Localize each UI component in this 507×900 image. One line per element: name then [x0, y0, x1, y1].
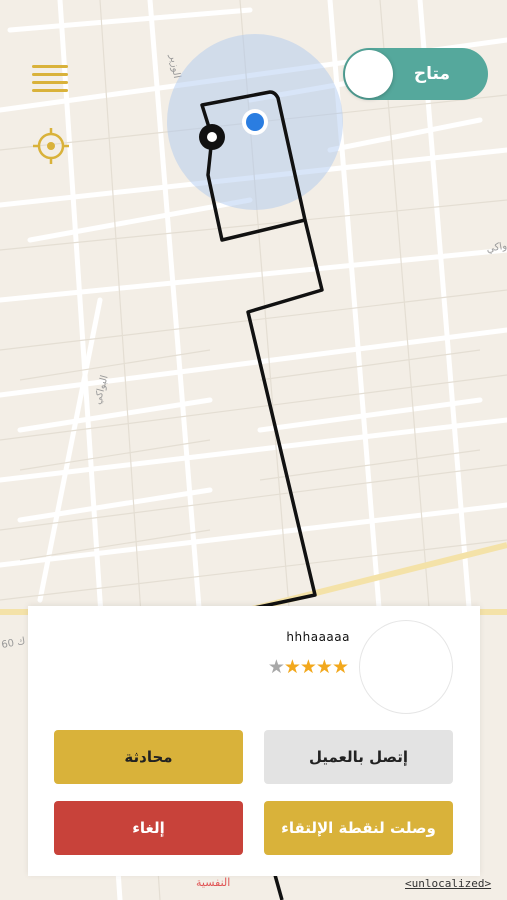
toggle-label: متاح	[413, 64, 450, 84]
customer-name: hhhaaaaa	[286, 630, 350, 644]
chat-button[interactable]: محادثة	[54, 730, 243, 784]
customer-avatar	[359, 620, 453, 714]
current-location-dot-icon	[242, 109, 268, 135]
availability-toggle[interactable]: متاح	[343, 48, 488, 100]
call-customer-button[interactable]: إتصل بالعميل	[264, 730, 453, 784]
toggle-knob	[345, 50, 393, 98]
trip-bottom-sheet: hhhaaaaa ★★★★★ إتصل بالعميل محادثة وصلت …	[28, 606, 480, 876]
my-location-icon[interactable]	[33, 128, 69, 164]
pickup-marker-icon[interactable]	[199, 124, 225, 150]
arrived-pickup-button[interactable]: وصلت لنقطة الإلتقاء	[264, 801, 453, 855]
poi-label: النفسية	[196, 876, 230, 889]
hamburger-menu-icon[interactable]	[30, 60, 70, 94]
cancel-button[interactable]: إلغاء	[54, 801, 243, 855]
star-empty-icon: ★	[267, 656, 285, 678]
customer-rating: ★★★★★	[267, 656, 349, 678]
star-filled-icon: ★★★★	[283, 656, 349, 678]
unlocalized-link[interactable]: <unlocalized>	[405, 877, 491, 890]
